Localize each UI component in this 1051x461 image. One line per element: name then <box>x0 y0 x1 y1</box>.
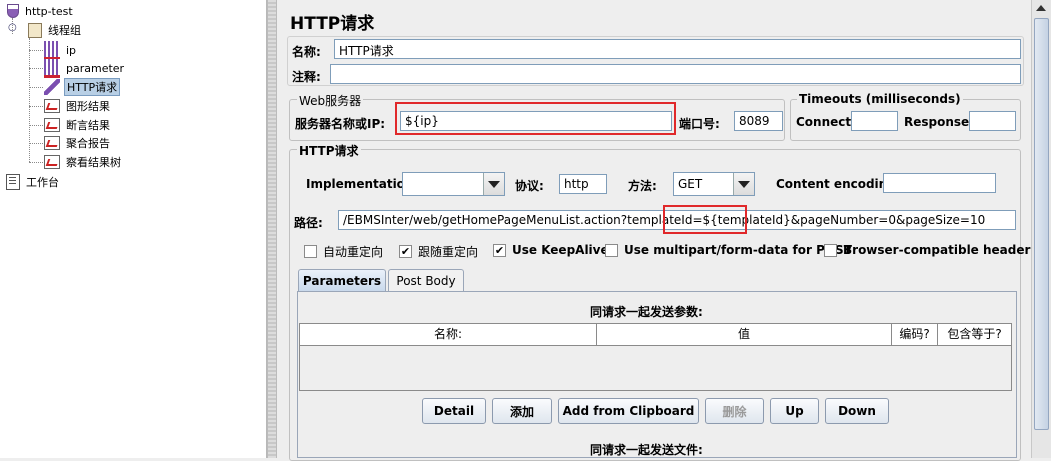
files-caption: 同请求一起发送文件: <box>590 443 703 457</box>
checkbox-box[interactable] <box>824 243 837 257</box>
listener-icon <box>44 99 60 113</box>
config-element-icon <box>44 58 60 78</box>
tree-label: 聚合报告 <box>66 137 110 150</box>
tree-label: 察看结果树 <box>66 156 121 169</box>
timeouts-legend: Timeouts (milliseconds) <box>797 92 963 106</box>
port-field[interactable]: 8089 <box>734 111 783 131</box>
tab-post-body[interactable]: Post Body <box>388 269 464 291</box>
connect-label: Connect: <box>796 115 856 129</box>
tree-node-graph-results[interactable]: 图形结果 <box>44 97 112 115</box>
method-select[interactable]: GET <box>673 172 755 196</box>
protocol-label: 协议: <box>515 179 544 193</box>
tree-node-view-results-tree[interactable]: 察看结果树 <box>44 153 123 171</box>
tree-label: 断言结果 <box>66 119 110 132</box>
checkbox-box[interactable] <box>304 245 317 258</box>
tree-label: ip <box>66 43 77 57</box>
split-pane-divider[interactable] <box>267 0 277 458</box>
tree-node-workbench[interactable]: 工作台 <box>6 173 61 191</box>
checkbox-label: Browser-compatible headers <box>843 243 1038 257</box>
workbench-icon <box>6 174 20 190</box>
http-request-legend: HTTP请求 <box>297 142 361 159</box>
tree-node-parameter[interactable]: parameter <box>44 58 126 78</box>
response-label: Response: <box>904 115 974 129</box>
method-label: 方法: <box>628 179 657 193</box>
params-table[interactable]: 名称: 值 编码? 包含等于? <box>299 323 1012 391</box>
thread-group-icon <box>28 22 42 38</box>
server-label: 服务器名称或IP: <box>295 117 386 131</box>
tree-label: parameter <box>66 61 125 75</box>
detail-button[interactable]: Detail <box>422 398 486 424</box>
collapse-icon[interactable]: ○ <box>8 22 24 38</box>
scrollbar-thumb[interactable] <box>1034 18 1049 430</box>
checkbox-label: Use multipart/form-data for POST <box>624 243 852 257</box>
chevron-down-icon[interactable] <box>733 173 754 195</box>
tree-node-test-plan[interactable]: http-test <box>4 2 75 20</box>
page-title: HTTP请求 <box>290 14 375 34</box>
config-element-icon <box>44 40 60 60</box>
checkbox-label: Use KeepAlive <box>512 243 609 257</box>
comment-label: 注释: <box>292 70 321 84</box>
params-caption: 同请求一起发送参数: <box>590 305 703 319</box>
tree-node-assertion-results[interactable]: 断言结果 <box>44 116 112 134</box>
tree-label: HTTP请求 <box>64 78 121 96</box>
path-label: 路径: <box>294 216 323 230</box>
checkbox-label: 自动重定向 <box>323 245 384 259</box>
checkbox-box[interactable] <box>605 243 618 257</box>
checkbox-keepalive[interactable]: ✔ Use KeepAlive <box>493 243 609 257</box>
name-label: 名称: <box>292 45 321 59</box>
column-header-name[interactable]: 名称: <box>300 324 597 345</box>
down-button[interactable]: Down <box>825 398 889 424</box>
test-plan-tree[interactable]: http-test ○ 线程组 ip parameter HTTP请求 图形结果… <box>0 0 267 458</box>
response-field[interactable] <box>969 111 1016 131</box>
checkbox-label: 跟随重定向 <box>418 245 479 259</box>
tree-node-http-request[interactable]: HTTP请求 <box>44 78 121 96</box>
tree-label: 线程组 <box>48 24 81 37</box>
check-icon[interactable]: ✔ <box>493 243 506 257</box>
add-from-clipboard-button[interactable]: Add from Clipboard <box>558 398 699 424</box>
comment-field[interactable] <box>330 64 1021 84</box>
column-header-include-equals[interactable]: 包含等于? <box>938 324 1011 345</box>
check-icon[interactable]: ✔ <box>399 245 412 258</box>
delete-button[interactable]: 删除 <box>705 398 764 424</box>
tree-node-aggregate-report[interactable]: 聚合报告 <box>44 134 112 152</box>
table-header: 名称: 值 编码? 包含等于? <box>300 324 1011 346</box>
method-value: GET <box>678 177 703 191</box>
name-field[interactable]: HTTP请求 <box>334 39 1021 59</box>
tree-node-ip[interactable]: ip <box>44 40 78 60</box>
test-plan-icon <box>7 4 19 18</box>
up-button[interactable]: Up <box>770 398 819 424</box>
implementation-select[interactable] <box>402 172 505 196</box>
tree-label: 工作台 <box>26 176 59 189</box>
tree-label: 图形结果 <box>66 100 110 113</box>
chevron-down-icon[interactable] <box>483 173 504 195</box>
sampler-icon <box>44 79 60 95</box>
column-header-encode[interactable]: 编码? <box>892 324 938 345</box>
web-server-legend: Web服务器 <box>297 92 364 109</box>
column-header-value[interactable]: 值 <box>597 324 892 345</box>
listener-icon <box>44 118 60 132</box>
highlight-box <box>395 102 676 135</box>
connect-field[interactable] <box>851 111 898 131</box>
port-label: 端口号: <box>679 117 720 131</box>
scroll-up-icon[interactable] <box>1036 5 1046 11</box>
encoding-label: Content encoding: <box>776 177 901 191</box>
listener-icon <box>44 155 60 169</box>
add-button[interactable]: 添加 <box>492 398 552 424</box>
checkbox-follow-redirect[interactable]: ✔ 跟随重定向 <box>399 243 478 260</box>
checkbox-auto-redirect[interactable]: 自动重定向 <box>304 243 383 260</box>
protocol-field[interactable]: http <box>559 174 607 194</box>
encoding-field[interactable] <box>883 173 996 193</box>
tree-label: http-test <box>25 4 73 18</box>
listener-icon <box>44 136 60 150</box>
checkbox-browser-headers[interactable]: Browser-compatible headers <box>824 243 1038 257</box>
tree-node-thread-group[interactable]: ○ 线程组 <box>8 21 83 39</box>
highlight-box <box>663 205 747 234</box>
tab-parameters[interactable]: Parameters <box>298 269 386 291</box>
checkbox-multipart[interactable]: Use multipart/form-data for POST <box>605 243 852 257</box>
